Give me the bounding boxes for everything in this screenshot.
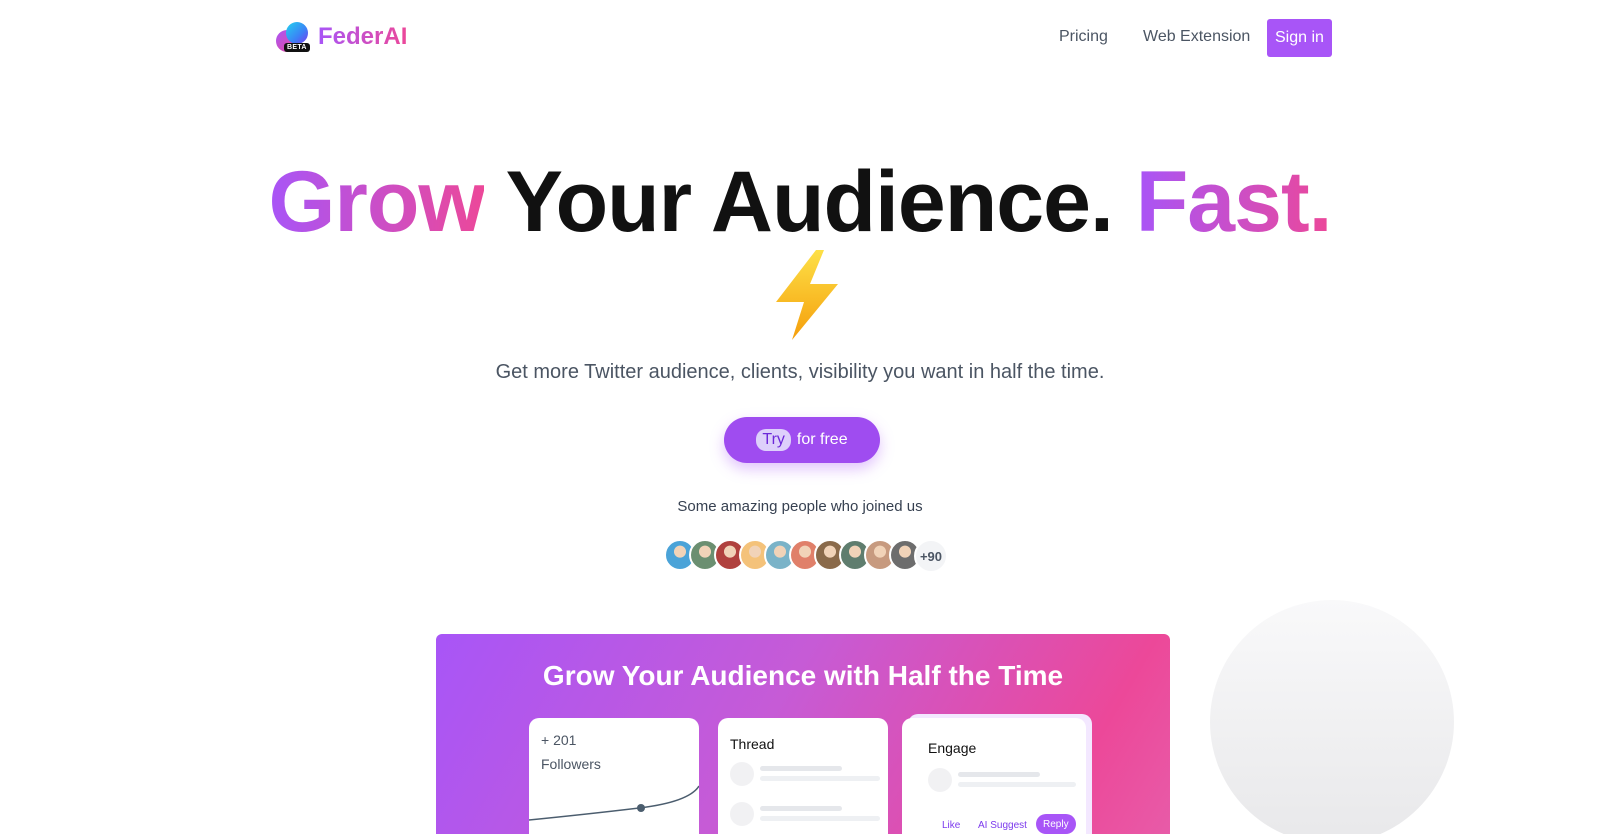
more-members-count: +90	[914, 539, 948, 573]
hero-title: Grow Your Audience. Fast.	[0, 156, 1600, 248]
hero-subtitle: Get more Twitter audience, clients, visi…	[495, 361, 1105, 383]
engage-label: Engage	[928, 740, 977, 756]
brand-name: FederAI	[318, 23, 408, 50]
cta-try-label: Try	[756, 429, 791, 451]
followers-card: + 201 Followers	[529, 718, 699, 834]
followers-count: + 201	[541, 732, 577, 748]
engage-card: Engage Like AI Suggest Reply	[902, 718, 1086, 834]
sign-in-button[interactable]: Sign in	[1267, 19, 1332, 57]
thread-label: Thread	[730, 736, 775, 752]
product-preview-banner: Grow Your Audience with Half the Time + …	[436, 634, 1170, 834]
followers-label: Followers	[541, 756, 601, 772]
avatar-stack: +90	[664, 539, 964, 573]
thread-card: Thread	[718, 718, 888, 834]
logo-icon: BETA	[276, 20, 310, 54]
engage-row	[928, 768, 1078, 792]
hero-title-middle: Your Audience.	[505, 154, 1114, 250]
lightning-bolt-icon	[776, 250, 838, 340]
nav-pricing-link[interactable]: Pricing	[1059, 28, 1108, 46]
decorative-circle	[1210, 600, 1454, 834]
reply-button[interactable]: Reply	[1036, 814, 1076, 834]
like-action[interactable]: Like	[942, 820, 960, 831]
followers-growth-line	[529, 785, 699, 821]
nav-web-extension-link[interactable]: Web Extension	[1143, 28, 1250, 46]
cta-rest-label: for free	[796, 431, 848, 448]
preview-title: Grow Your Audience with Half the Time	[542, 660, 1064, 691]
top-nav: BETA FederAI Pricing Web Extension Sign …	[0, 0, 1600, 76]
hero-title-fast: Fast.	[1135, 154, 1333, 250]
brand-logo[interactable]: BETA FederAI	[276, 20, 407, 54]
thread-row	[730, 762, 880, 786]
ai-suggest-action[interactable]: AI Suggest	[978, 820, 1027, 831]
hero-title-grow: Grow	[268, 154, 486, 250]
thread-row	[730, 802, 880, 826]
beta-badge: BETA	[284, 43, 310, 52]
try-for-free-button[interactable]: Try for free	[724, 417, 880, 463]
joined-caption: Some amazing people who joined us	[677, 498, 923, 515]
